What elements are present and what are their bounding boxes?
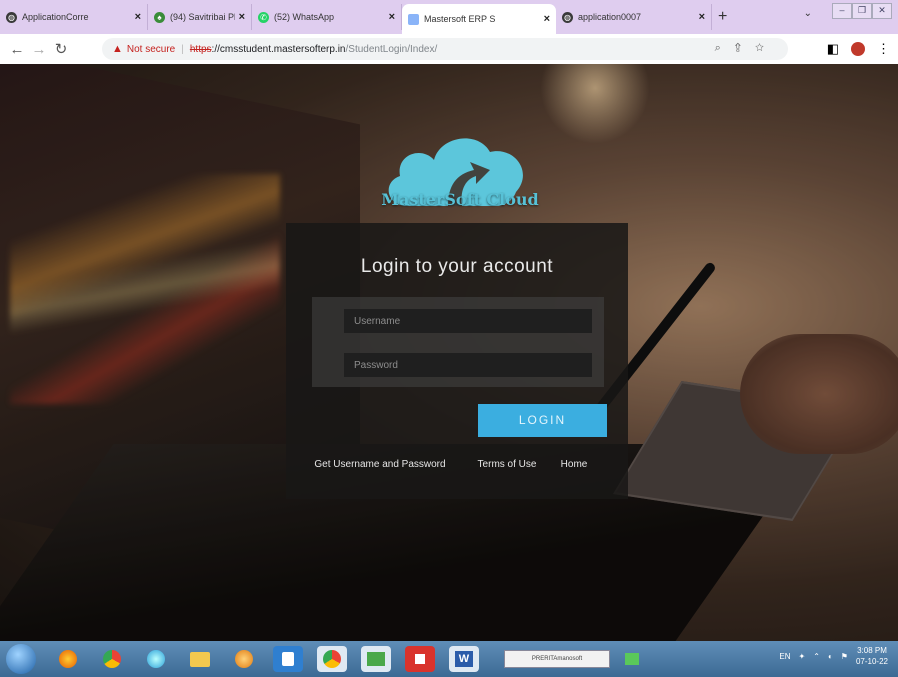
system-tray: EN ✦ ⌃ ◐ ⚑ 3:08 PM 07-10-22: [779, 645, 888, 667]
login-button[interactable]: LOGIN: [478, 404, 607, 437]
clock-date: 07-10-22: [855, 657, 888, 666]
login-heading: Login to your account: [360, 256, 554, 277]
taskbar-preview[interactable]: PRERITAmanosoft: [504, 650, 610, 668]
new-tab-button[interactable]: +: [718, 8, 727, 26]
flag-icon[interactable]: ⚑: [841, 652, 848, 661]
minimize-icon[interactable]: –: [832, 3, 852, 19]
media-player-icon[interactable]: [229, 646, 259, 672]
ie-icon[interactable]: [141, 646, 171, 672]
bookmark-star-icon[interactable]: ☆: [755, 42, 778, 54]
address-bar-icons: ⌕⇪☆: [715, 42, 778, 55]
image-viewer-icon[interactable]: [361, 646, 391, 672]
page-viewport: MasterSoft Cloud Login to your account L…: [0, 64, 898, 641]
close-icon[interactable]: ×: [135, 11, 141, 23]
page-icon: [408, 13, 419, 25]
tab-search-icon[interactable]: ⌄: [804, 8, 812, 19]
tab-title: (52) WhatsApp: [274, 12, 335, 22]
close-icon[interactable]: ×: [544, 13, 550, 25]
app-icon: ♠: [154, 11, 165, 23]
network-icon[interactable]: ✦: [799, 652, 806, 661]
url-host: ://cmsstudent.mastersofterp.in: [211, 43, 346, 55]
forward-icon[interactable]: →: [28, 41, 50, 58]
restore-icon[interactable]: ❐: [852, 3, 872, 19]
home-link[interactable]: Home: [554, 459, 594, 471]
volume-icon[interactable]: ◐: [828, 652, 833, 661]
browser-tab-strip: ◍ ApplicationCorre × ♠ (94) Savitribai P…: [0, 0, 898, 34]
toolbar-right: ◧ ⋮: [827, 41, 890, 57]
username-input[interactable]: [344, 309, 592, 333]
whatsapp-icon: ✆: [258, 11, 269, 23]
browser-tab-active[interactable]: Mastersoft ERP S ×: [402, 4, 556, 34]
tab-title: Mastersoft ERP S: [424, 14, 496, 24]
zoom-icon[interactable]: ⌕: [715, 42, 735, 54]
globe-icon: ◍: [6, 11, 17, 23]
chrome-pinned-icon[interactable]: [317, 646, 347, 672]
close-icon[interactable]: ×: [389, 11, 395, 23]
address-bar[interactable]: ▲ Not secure | https://cmsstudent.master…: [102, 38, 788, 60]
tab-title: (94) Savitribai Ph: [170, 12, 235, 22]
folder-icon[interactable]: [185, 646, 215, 672]
close-icon[interactable]: ×: [239, 11, 245, 23]
divider: |: [181, 43, 184, 55]
profile-avatar[interactable]: [851, 42, 865, 56]
tab-title: application0007: [578, 12, 642, 22]
notification-icon[interactable]: [617, 646, 647, 672]
browser-toolbar: ← → ↻ ▲ Not secure | https://cmsstudent.…: [0, 34, 898, 64]
browser-tab[interactable]: ◍ application0007 ×: [556, 4, 712, 30]
menu-kebab-icon[interactable]: ⋮: [877, 41, 890, 57]
share-icon[interactable]: ⇪: [735, 42, 755, 54]
terms-link[interactable]: Terms of Use: [472, 459, 542, 471]
brand-name: MasterSoft Cloud: [381, 190, 539, 209]
chrome-icon[interactable]: [97, 646, 127, 672]
clock[interactable]: 3:08 PM 07-10-22: [856, 645, 888, 667]
tray-arrow-icon[interactable]: ⌃: [813, 652, 820, 661]
side-panel-icon[interactable]: ◧: [827, 41, 839, 57]
credentials-group: [312, 297, 604, 387]
word-icon[interactable]: W: [449, 646, 479, 672]
presentation-icon[interactable]: [405, 646, 435, 672]
back-icon[interactable]: ←: [6, 41, 28, 58]
browser-tab[interactable]: ♠ (94) Savitribai Ph ×: [148, 4, 252, 30]
clock-time: 3:08 PM: [857, 646, 887, 655]
close-icon[interactable]: ×: [699, 11, 705, 23]
login-panel: Login to your account LOGIN Get Username…: [286, 223, 628, 499]
url-scheme: https: [189, 43, 212, 55]
tab-title: ApplicationCorre: [22, 12, 89, 22]
get-credentials-link[interactable]: Get Username and Password: [298, 459, 462, 471]
warning-icon: ▲: [112, 43, 123, 55]
security-label[interactable]: Not secure: [127, 44, 175, 55]
password-input[interactable]: [344, 353, 592, 377]
globe-icon: ◍: [562, 11, 573, 23]
url-path: /StudentLogin/Index/: [345, 43, 438, 55]
start-button[interactable]: [6, 644, 36, 674]
browser-tab[interactable]: ✆ (52) WhatsApp ×: [252, 4, 402, 30]
taskbar: W PRERITAmanosoft EN ✦ ⌃ ◐ ⚑ 3:08 PM 07-…: [0, 641, 898, 677]
firefox-icon[interactable]: [53, 646, 83, 672]
language-indicator[interactable]: EN: [779, 652, 790, 661]
security-app-icon[interactable]: [273, 646, 303, 672]
window-controls: – ❐ ✕: [832, 3, 892, 19]
reload-icon[interactable]: ↻: [50, 40, 72, 58]
browser-tab[interactable]: ◍ ApplicationCorre ×: [0, 4, 148, 30]
close-window-icon[interactable]: ✕: [872, 3, 892, 19]
